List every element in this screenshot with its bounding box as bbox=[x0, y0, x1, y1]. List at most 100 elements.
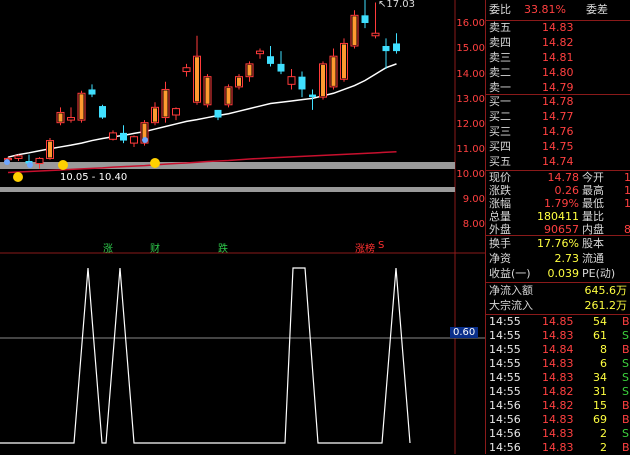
stat-row: 现价 14.78 今开 1 bbox=[486, 171, 630, 184]
ask-price: 14.82 bbox=[542, 36, 574, 49]
smiley-icon bbox=[13, 172, 23, 182]
price-tick: 13.00 bbox=[456, 94, 485, 105]
candle-body-fill bbox=[321, 64, 325, 97]
candle-body-fill bbox=[352, 16, 357, 45]
candle-body-fill bbox=[48, 141, 52, 158]
weibi-label: 委比 bbox=[489, 3, 511, 16]
smiley-icon bbox=[150, 158, 160, 168]
candle-body-up bbox=[172, 108, 180, 116]
bid-label: 买二 bbox=[489, 110, 511, 123]
trade-price: 14.82 bbox=[542, 399, 574, 412]
ask-row[interactable]: 卖五 14.83 bbox=[486, 20, 630, 36]
trade-row: 14:56 14.82 15 B bbox=[486, 399, 630, 413]
ask-label: 卖三 bbox=[489, 51, 511, 64]
flow-value: 645.6万 bbox=[584, 284, 628, 297]
trade-time: 14:56 bbox=[489, 427, 521, 440]
trade-row: 14:55 14.82 31 S bbox=[486, 385, 630, 399]
event-dot-icon bbox=[4, 159, 10, 165]
stat-label: PE(动) bbox=[582, 267, 616, 280]
price-tick: 14.00 bbox=[456, 69, 485, 80]
trade-time: 14:56 bbox=[489, 413, 521, 426]
candle-body-fill bbox=[163, 90, 168, 117]
indicator-label-zhangbang: 涨榜 bbox=[355, 244, 375, 255]
stat-label: 最低 bbox=[582, 197, 604, 210]
trade-side: B bbox=[622, 343, 630, 356]
stat-value: 14.78 bbox=[547, 171, 580, 184]
trade-time: 14:55 bbox=[489, 329, 521, 342]
candle-body-up bbox=[287, 76, 296, 85]
trade-price: 14.83 bbox=[542, 413, 574, 426]
trade-volume: 34 bbox=[593, 371, 607, 384]
kline-chart-area[interactable]: 16.00 15.00 14.00 13.00 12.00 11.00 10.0… bbox=[0, 0, 485, 454]
candle-body-fill bbox=[342, 44, 346, 79]
weibi-row: 委比 33.81% 委差 bbox=[486, 2, 630, 18]
flow-label: 净流入额 bbox=[489, 284, 533, 297]
event-dot-icon bbox=[27, 162, 33, 168]
candle-body-up bbox=[182, 67, 191, 73]
bid-price: 14.76 bbox=[542, 125, 574, 138]
candle-body-up bbox=[35, 157, 44, 165]
ask-label: 卖五 bbox=[489, 21, 511, 34]
stat-value: 2.73 bbox=[554, 252, 580, 265]
bid-row[interactable]: 买三 14.76 bbox=[486, 124, 630, 140]
stat-label: 涨跌 bbox=[489, 184, 511, 197]
trade-price: 14.83 bbox=[542, 441, 574, 454]
candle-body-up bbox=[130, 136, 138, 144]
flow-row: 大宗流入 261.2万 bbox=[486, 298, 630, 314]
price-tick: 16.00 bbox=[456, 18, 485, 29]
ask-price: 14.83 bbox=[542, 21, 574, 34]
bid-row[interactable]: 买五 14.74 bbox=[486, 154, 630, 170]
candle-body-down bbox=[120, 132, 127, 141]
candle-body-fill bbox=[331, 57, 336, 86]
ma-white-line bbox=[7, 63, 397, 158]
trade-price: 14.85 bbox=[542, 315, 574, 328]
stat-row: 收益(一) 0.039 PE(动) bbox=[486, 266, 630, 282]
trade-row: 14:55 14.84 8 B bbox=[486, 343, 630, 357]
trade-side: S bbox=[622, 357, 629, 370]
trade-time: 14:56 bbox=[489, 441, 521, 454]
stat-label: 现价 bbox=[489, 171, 511, 184]
bid-row[interactable]: 买一 14.78 bbox=[486, 94, 630, 110]
trade-time: 14:55 bbox=[489, 371, 521, 384]
trade-price: 14.84 bbox=[542, 343, 574, 356]
bid-label: 买五 bbox=[489, 155, 511, 168]
price-tick: 11.00 bbox=[456, 144, 485, 155]
trade-side: S bbox=[622, 329, 629, 342]
candle-body-down bbox=[393, 43, 400, 52]
kline-chart[interactable] bbox=[0, 0, 485, 454]
trade-volume: 15 bbox=[593, 399, 607, 412]
stat-value: 1 bbox=[624, 171, 630, 184]
candle-body-down bbox=[361, 15, 369, 23]
candle-body-down bbox=[382, 46, 390, 52]
candle-body-fill bbox=[153, 108, 157, 122]
flow-label: 大宗流入 bbox=[489, 299, 533, 312]
bid-row[interactable]: 买二 14.77 bbox=[486, 109, 630, 125]
bid-price: 14.74 bbox=[542, 155, 574, 168]
flow-row: 净流入额 645.6万 bbox=[486, 283, 630, 299]
range-label: 10.05 - 10.40 bbox=[60, 172, 128, 183]
ask-row[interactable]: 卖二 14.80 bbox=[486, 65, 630, 81]
bid-price: 14.78 bbox=[542, 95, 574, 108]
price-axis: 16.00 15.00 14.00 13.00 12.00 11.00 10.0… bbox=[455, 0, 485, 253]
trade-row: 14:55 14.83 6 S bbox=[486, 357, 630, 371]
ask-label: 卖二 bbox=[489, 66, 511, 79]
stat-label: 股本 bbox=[582, 237, 604, 250]
stat-row: 换手 17.76% 股本 bbox=[486, 236, 630, 252]
stat-label: 总量 bbox=[489, 210, 511, 223]
stat-label: 涨幅 bbox=[489, 197, 511, 210]
candle-body-up bbox=[256, 50, 264, 55]
candle-body-down bbox=[88, 89, 96, 95]
bid-label: 买一 bbox=[489, 95, 511, 108]
trade-time: 14:55 bbox=[489, 343, 521, 356]
trade-side: B bbox=[622, 315, 630, 328]
event-dot-icon bbox=[142, 137, 148, 143]
price-tick: 10.00 bbox=[456, 169, 485, 180]
trade-row: 14:55 14.83 34 S bbox=[486, 371, 630, 385]
quote-panel: 委比 33.81% 委差 卖五 14.83 卖四 14.82 卖三 14.81 … bbox=[485, 0, 630, 454]
stat-label: 换手 bbox=[489, 237, 511, 250]
bid-row[interactable]: 买四 14.75 bbox=[486, 139, 630, 155]
ask-row[interactable]: 卖四 14.82 bbox=[486, 35, 630, 51]
ask-row[interactable]: 卖三 14.81 bbox=[486, 50, 630, 66]
trade-volume: 2 bbox=[600, 441, 607, 454]
trade-row: 14:56 14.83 69 B bbox=[486, 413, 630, 427]
